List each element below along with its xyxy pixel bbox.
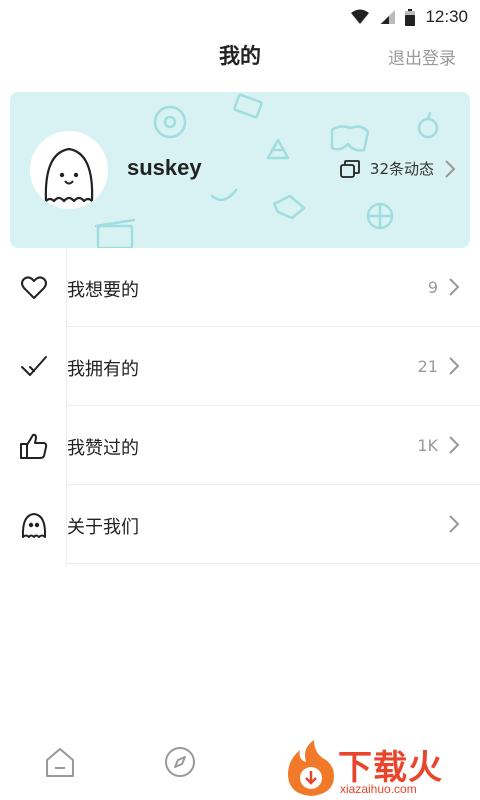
chevron-right-icon: [449, 357, 460, 375]
status-icons: 12:30: [351, 7, 468, 27]
watermark: 下载火 xiazaihuo.com: [284, 738, 480, 800]
menu-item-wanted[interactable]: 我想要的 9: [0, 248, 480, 327]
logout-button[interactable]: 退出登录: [388, 44, 456, 69]
signal-icon: [380, 10, 396, 24]
chevron-right-icon: [449, 515, 460, 533]
home-icon[interactable]: [44, 746, 76, 778]
header: 我的 退出登录: [0, 36, 480, 72]
profile-card[interactable]: suskey 32条动态: [10, 92, 470, 248]
posts-icon: [340, 159, 360, 178]
wifi-icon: [351, 9, 370, 24]
menu-item-label: 我拥有的: [67, 359, 139, 380]
menu-item-label: 我赞过的: [67, 438, 139, 459]
divider: [66, 563, 480, 564]
profile-screen: 12:30 我的 退出登录 suskey 32条动态 我想要的 9 我拥有的 2…: [0, 0, 480, 800]
check-icon: [21, 356, 47, 376]
menu-item-count: 21: [417, 357, 438, 376]
menu-list: 我想要的 9 我拥有的 21 我赞过的 1K 关于我们: [0, 248, 480, 564]
chevron-right-icon: [449, 278, 460, 296]
username: suskey: [127, 155, 202, 180]
menu-item-count: 9: [427, 278, 438, 297]
status-bar: 12:30: [0, 0, 480, 36]
menu-item-label: 关于我们: [67, 517, 139, 538]
ghost-icon: [21, 513, 47, 538]
chevron-right-icon: [449, 436, 460, 454]
status-time: 12:30: [425, 7, 468, 26]
posts-link[interactable]: 32条动态: [340, 158, 456, 179]
menu-item-about[interactable]: 关于我们: [0, 485, 480, 564]
menu-item-label: 我想要的: [67, 280, 139, 301]
watermark-url: xiazaihuo.com: [340, 782, 417, 796]
posts-count: 32条动态: [369, 160, 434, 178]
bottom-nav: 下载火 xiazaihuo.com: [0, 736, 480, 800]
compass-icon[interactable]: [164, 746, 196, 778]
heart-icon: [21, 276, 47, 299]
battery-icon: [405, 8, 416, 26]
menu-item-owned[interactable]: 我拥有的 21: [0, 327, 480, 406]
menu-item-count: 1K: [417, 436, 438, 455]
flame-logo-icon: [288, 740, 334, 796]
chevron-right-icon: [445, 159, 456, 178]
menu-item-liked[interactable]: 我赞过的 1K: [0, 406, 480, 485]
avatar[interactable]: [30, 131, 108, 209]
thumbs-up-icon: [20, 433, 48, 459]
